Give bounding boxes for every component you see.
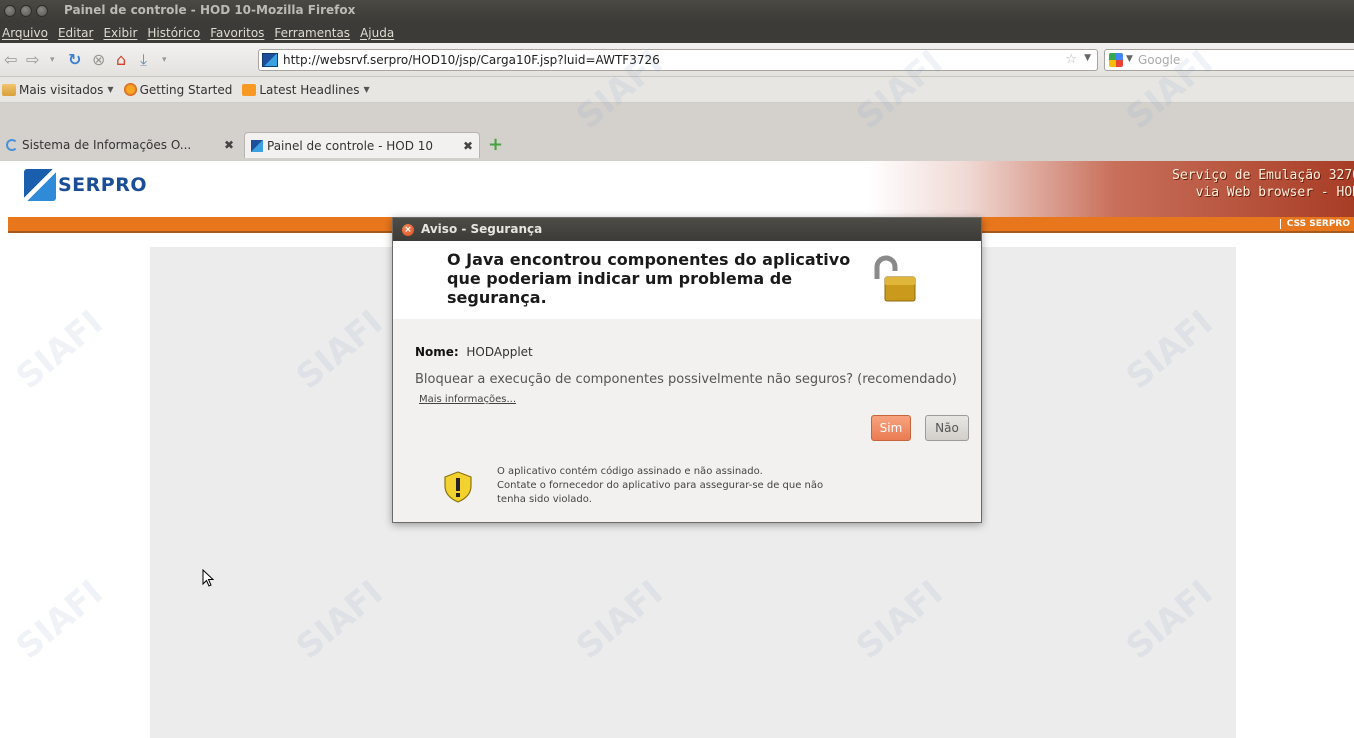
menu-bar: Arquivo Editar Exibir Histórico Favorito…	[0, 22, 1354, 43]
note-line: O aplicativo contém código assinado e nã…	[497, 466, 763, 477]
bookmark-star-icon[interactable]: ☆	[1065, 52, 1077, 67]
siafi-favicon-icon	[6, 139, 18, 151]
window-maximize-button[interactable]	[36, 5, 48, 17]
dialog-close-button[interactable]: ×	[402, 224, 414, 236]
serpro-logo-text: SERPRO	[58, 174, 148, 196]
dialog-header: O Java encontrou componentes do aplicati…	[393, 241, 981, 319]
menu-arquivo[interactable]: Arquivo	[2, 26, 48, 40]
tab-painel-controle[interactable]: Painel de controle - HOD 10 ✖	[244, 132, 480, 158]
security-warning-dialog: × Aviso - Segurança O Java encontrou com…	[392, 217, 982, 523]
back-icon[interactable]: ⇦	[4, 50, 17, 70]
window-close-button[interactable]	[4, 5, 16, 17]
dialog-body: Nome: HODApplet Bloquear a execução de c…	[393, 319, 981, 522]
download-dropdown-icon[interactable]: ▾	[162, 50, 167, 70]
dialog-title-bar: × Aviso - Segurança	[393, 218, 981, 241]
url-dropdown-icon[interactable]: ▼	[1084, 53, 1091, 63]
stop-icon[interactable]: ⊗	[92, 50, 105, 70]
bookmarks-toolbar: Mais visitados ▼ Getting Started Latest …	[0, 77, 1354, 103]
site-favicon-icon	[262, 53, 278, 67]
home-icon[interactable]: ⌂	[116, 50, 126, 70]
bookmark-label: Mais visitados	[19, 82, 104, 97]
window-minimize-button[interactable]	[20, 5, 32, 17]
menu-historico[interactable]: Histórico	[147, 26, 200, 40]
close-tab-icon[interactable]: ✖	[224, 138, 234, 152]
history-dropdown-icon[interactable]: ▾	[50, 50, 55, 70]
folder-icon	[2, 83, 16, 96]
name-value: HODApplet	[466, 345, 533, 359]
window-title: Painel de controle - HOD 10-Mozilla Fire…	[64, 3, 356, 17]
tab-bar: Sistema de Informações O... ✖ Painel de …	[0, 103, 1354, 161]
search-placeholder[interactable]: Google	[1138, 53, 1180, 67]
new-tab-icon[interactable]: +	[488, 136, 503, 154]
bookmark-mais-visitados[interactable]: Mais visitados ▼	[2, 83, 114, 97]
url-text[interactable]: http://websrvf.serpro/HOD10/jsp/Carga10F…	[283, 53, 660, 67]
search-box[interactable]: ▼ Google	[1104, 49, 1354, 71]
bookmark-label: Getting Started	[139, 82, 233, 97]
serpro-logo-icon	[24, 169, 56, 201]
forward-icon[interactable]: ⇨	[26, 50, 39, 70]
name-label: Nome:	[415, 345, 459, 359]
note-line: tenha sido violado.	[497, 494, 592, 505]
chevron-down-icon: ▼	[363, 85, 370, 94]
dialog-title: Aviso - Segurança	[421, 222, 543, 236]
tab-label: Sistema de Informações O...	[22, 138, 192, 152]
bookmark-latest-headlines[interactable]: Latest Headlines ▼	[242, 82, 370, 97]
mouse-cursor-icon	[202, 569, 214, 587]
bookmark-label: Latest Headlines	[259, 82, 360, 97]
menu-ferramentas[interactable]: Ferramentas	[274, 26, 350, 40]
menu-exibir[interactable]: Exibir	[103, 26, 137, 40]
reload-icon[interactable]: ↻	[68, 50, 81, 70]
menu-editar[interactable]: Editar	[58, 26, 94, 40]
navigation-toolbar: ⇦ ⇨ ▾ ↻ ⊗ ⌂ ⤓ ▾ http://websrvf.serpro/HO…	[0, 43, 1354, 77]
css-serpro-label: CSS SERPRO	[1279, 219, 1350, 229]
rss-icon	[242, 83, 257, 96]
signature-note: O aplicativo contém código assinado e nã…	[497, 465, 823, 507]
search-engine-dropdown-icon[interactable]: ▼	[1126, 54, 1133, 64]
google-icon[interactable]	[1109, 53, 1123, 67]
header-title-line1: Serviço de Emulação 3270	[1172, 168, 1354, 183]
unlocked-padlock-icon	[874, 255, 916, 302]
no-button[interactable]: Não	[925, 415, 969, 441]
tab-sistema-informacoes[interactable]: Sistema de Informações O... ✖	[0, 132, 240, 158]
firefox-icon	[123, 83, 137, 96]
header-title: Serviço de Emulação 3270 via Web browser…	[1172, 167, 1354, 201]
chevron-down-icon: ▼	[107, 85, 114, 94]
more-info-link[interactable]: Mais informações...	[419, 394, 516, 405]
menu-ajuda[interactable]: Ajuda	[360, 26, 394, 40]
tab-label: Painel de controle - HOD 10	[267, 138, 434, 153]
site-favicon-icon	[251, 139, 263, 152]
serpro-logo: SERPRO	[24, 169, 147, 201]
warning-shield-icon	[444, 471, 472, 503]
header-title-line2: via Web browser - HOD	[1195, 185, 1354, 200]
page-header: SERPRO Serviço de Emulação 3270 via Web …	[8, 161, 1354, 217]
note-line: Contate o fornecedor do aplicativo para …	[497, 480, 824, 491]
yes-button[interactable]: Sim	[871, 415, 911, 441]
window-title-bar: Painel de controle - HOD 10-Mozilla Fire…	[0, 0, 1354, 22]
header-banner: Serviço de Emulação 3270 via Web browser…	[868, 161, 1354, 217]
download-icon[interactable]: ⤓	[140, 50, 147, 70]
dialog-question: Bloquear a execução de componentes possi…	[415, 372, 957, 387]
bookmark-getting-started[interactable]: Getting Started	[123, 82, 233, 97]
dialog-heading: O Java encontrou componentes do aplicati…	[447, 250, 851, 307]
url-bar[interactable]: http://websrvf.serpro/HOD10/jsp/Carga10F…	[258, 49, 1098, 71]
applet-name-row: Nome: HODApplet	[415, 345, 533, 359]
close-tab-icon[interactable]: ✖	[463, 139, 473, 153]
menu-favoritos[interactable]: Favoritos	[210, 26, 264, 40]
